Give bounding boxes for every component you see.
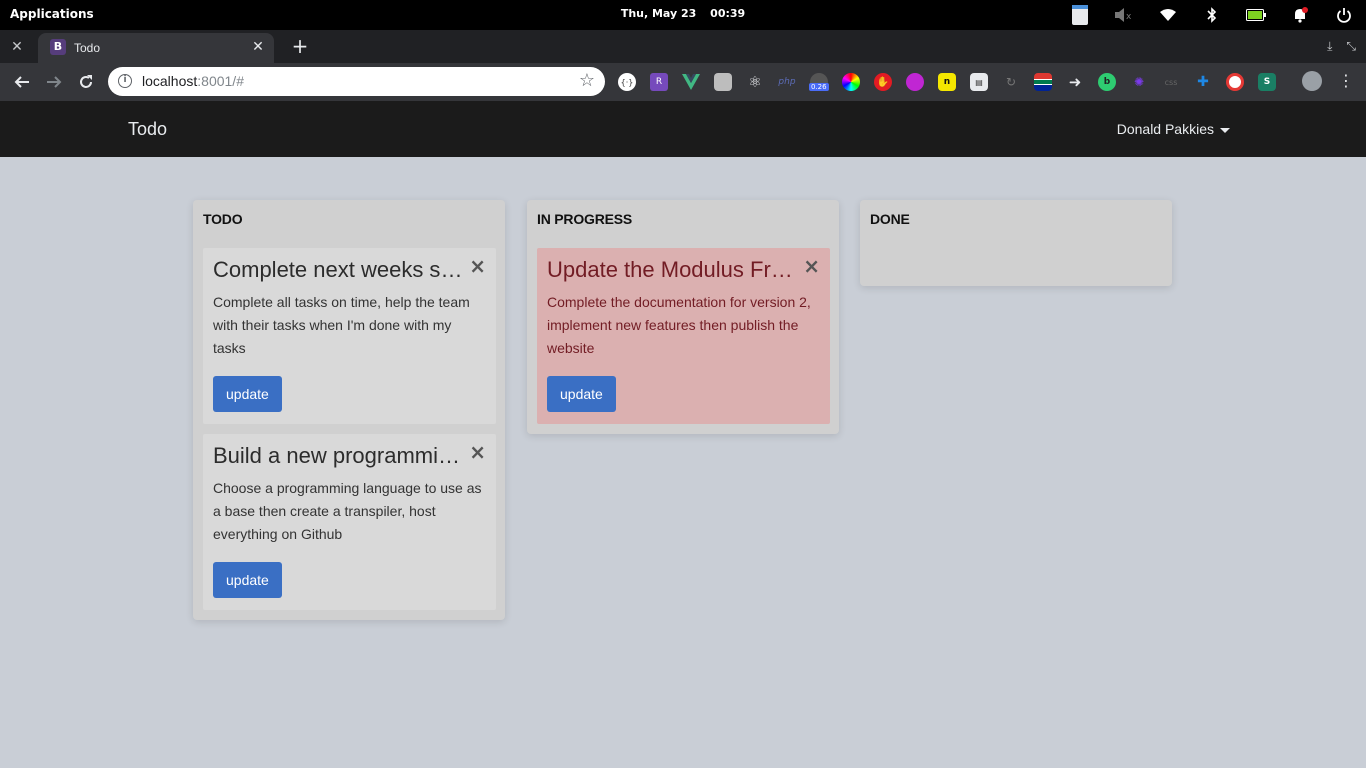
bluetooth-icon[interactable] [1190, 0, 1234, 30]
bootstrap-favicon-icon: B [50, 39, 66, 55]
task-card: Update the Modulus Framework × Complete … [537, 248, 830, 424]
extension-vue-icon[interactable] [682, 73, 700, 91]
extension-react-icon[interactable]: ⚛ [746, 73, 764, 91]
close-icon[interactable]: ✕ [8, 38, 26, 56]
extension-s-icon[interactable]: S [1258, 73, 1276, 91]
update-button[interactable]: update [213, 562, 282, 598]
kanban-board: TODO Complete next weeks sprint × Comple… [0, 157, 1366, 768]
extension-red-ring-icon[interactable] [1226, 73, 1244, 91]
column-todo: TODO Complete next weeks sprint × Comple… [193, 200, 505, 620]
extension-green-icon[interactable]: b [1098, 73, 1116, 91]
user-name: Donald Pakkies [1116, 121, 1214, 137]
caret-down-icon [1220, 127, 1230, 133]
volume-muted-icon[interactable]: x [1102, 0, 1146, 30]
back-button[interactable] [11, 71, 33, 93]
power-icon[interactable] [1322, 0, 1366, 30]
browser-menu-icon[interactable]: ⋮ [1338, 70, 1354, 92]
card-text: Complete all tasks on time, help the tea… [213, 294, 470, 356]
extension-speed-icon[interactable]: 0.26 [809, 73, 829, 91]
column-in-progress: IN PROGRESS Update the Modulus Framework… [527, 200, 839, 434]
update-button[interactable]: update [547, 376, 616, 412]
site-info-icon[interactable]: i [118, 74, 132, 88]
battery-icon[interactable] [1234, 0, 1278, 30]
url-text: localhost:8001/# [142, 73, 244, 89]
address-bar[interactable]: i localhost:8001/# ☆ [108, 67, 605, 96]
extension-graphql-icon[interactable] [906, 73, 924, 91]
extensions-bar: {·} R ⚛ php 0.26 ✋ n ▤ ↻ ➜ b ✺ css ✚ S [618, 72, 1290, 92]
tab-title: Todo [74, 41, 101, 55]
window-controls: ⤓ ⤡ [1327, 39, 1356, 54]
column-title: DONE [870, 211, 910, 227]
app-navbar: Todo Donald Pakkies [0, 101, 1366, 157]
extension-color-picker-icon[interactable] [842, 73, 860, 91]
card-title: Build a new programming language [213, 444, 471, 468]
tab-todo[interactable]: B Todo ✕ [38, 33, 274, 63]
extension-square-icon[interactable] [714, 73, 732, 91]
clock-time: 00:39 [710, 7, 746, 20]
column-title: TODO [203, 211, 243, 227]
card-close-icon[interactable]: × [803, 256, 820, 276]
bookmark-star-icon[interactable]: ☆ [579, 71, 595, 91]
system-top-bar: Applications Thu, May 23 00:39 x [0, 0, 1366, 30]
card-text: Complete the documentation for version 2… [547, 294, 811, 356]
notifications-icon[interactable] [1278, 0, 1322, 30]
browser-toolbar: i localhost:8001/# ☆ {·} R ⚛ php 0.26 ✋ … [0, 63, 1366, 101]
svg-text:x: x [1126, 12, 1132, 22]
profile-avatar-icon[interactable] [1302, 71, 1322, 91]
extension-block-icon[interactable]: ✋ [874, 73, 892, 91]
reload-button[interactable] [75, 71, 97, 93]
extension-bug-icon[interactable]: ✺ [1130, 73, 1148, 91]
card-title: Update the Modulus Framework [547, 258, 805, 282]
column-title: IN PROGRESS [537, 211, 633, 227]
update-button[interactable]: update [213, 376, 282, 412]
extension-json-icon[interactable]: {·} [618, 73, 636, 91]
tab-close-icon[interactable]: ✕ [250, 39, 266, 55]
extension-redux-icon[interactable]: R [650, 73, 668, 91]
forward-button[interactable] [43, 71, 65, 93]
extension-php-icon[interactable]: php [778, 73, 796, 91]
card-close-icon[interactable]: × [469, 442, 486, 462]
url-host: localhost [142, 73, 198, 89]
url-path: :8001/# [197, 73, 244, 89]
extension-yellow-icon[interactable]: n [938, 73, 956, 91]
card-text: Choose a programming language to use as … [213, 480, 482, 542]
wifi-icon[interactable] [1146, 0, 1190, 30]
browser-tab-strip: ✕ B Todo ✕ + ⤓ ⤡ [0, 30, 1366, 63]
extension-flag-icon[interactable] [1034, 73, 1052, 91]
extension-arrow-icon[interactable]: ➜ [1066, 73, 1084, 91]
task-card: Build a new programming language × Choos… [203, 434, 496, 610]
system-tray: x [1058, 0, 1366, 30]
extension-sync-icon[interactable]: ↻ [1002, 73, 1020, 91]
card-title: Complete next weeks sprint [213, 258, 471, 282]
extension-puzzle-icon[interactable]: ✚ [1194, 73, 1212, 91]
notes-icon[interactable] [1058, 0, 1102, 30]
new-tab-button[interactable]: + [290, 36, 310, 56]
download-icon[interactable]: ⤓ [1327, 39, 1332, 54]
user-menu-dropdown[interactable]: Donald Pakkies [1117, 121, 1230, 137]
task-card: Complete next weeks sprint × Complete al… [203, 248, 496, 424]
card-close-icon[interactable]: × [469, 256, 486, 276]
clock-date: Thu, May 23 [620, 7, 697, 20]
extension-css-icon[interactable]: css [1162, 73, 1180, 91]
navbar-brand[interactable]: Todo [128, 119, 167, 140]
extension-doc-icon[interactable]: ▤ [970, 73, 988, 91]
column-done: DONE [860, 200, 1172, 286]
extension-badge: 0.26 [809, 83, 829, 91]
minimize-window-icon[interactable]: ⤡ [1346, 39, 1356, 54]
